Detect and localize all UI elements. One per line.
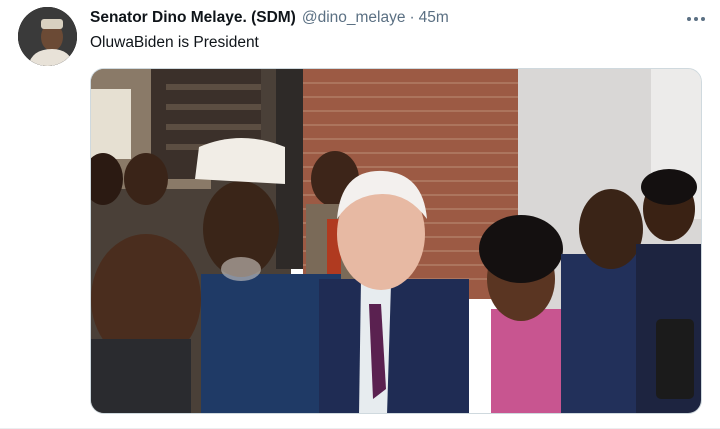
separator-dot: · [409, 9, 415, 26]
tweet: Senator Dino Melaye. (SDM) @dino_melaye · 4… [0, 0, 720, 429]
avatar-image [18, 7, 77, 66]
tweet-timestamp[interactable]: 45m [419, 9, 449, 26]
author-name[interactable]: Senator Dino Melaye. (SDM) [90, 9, 296, 26]
photo-image [91, 69, 701, 413]
tweet-photo[interactable] [90, 68, 702, 414]
author-handle[interactable]: @dino_melaye [302, 9, 406, 26]
tweet-header: Senator Dino Melaye. (SDM) @dino_melaye · 4… [90, 9, 680, 31]
more-options-button[interactable] [684, 12, 708, 26]
author-avatar[interactable] [18, 7, 77, 66]
tweet-text: OluwaBiden is President [90, 34, 259, 51]
more-horizontal-icon [687, 17, 705, 21]
